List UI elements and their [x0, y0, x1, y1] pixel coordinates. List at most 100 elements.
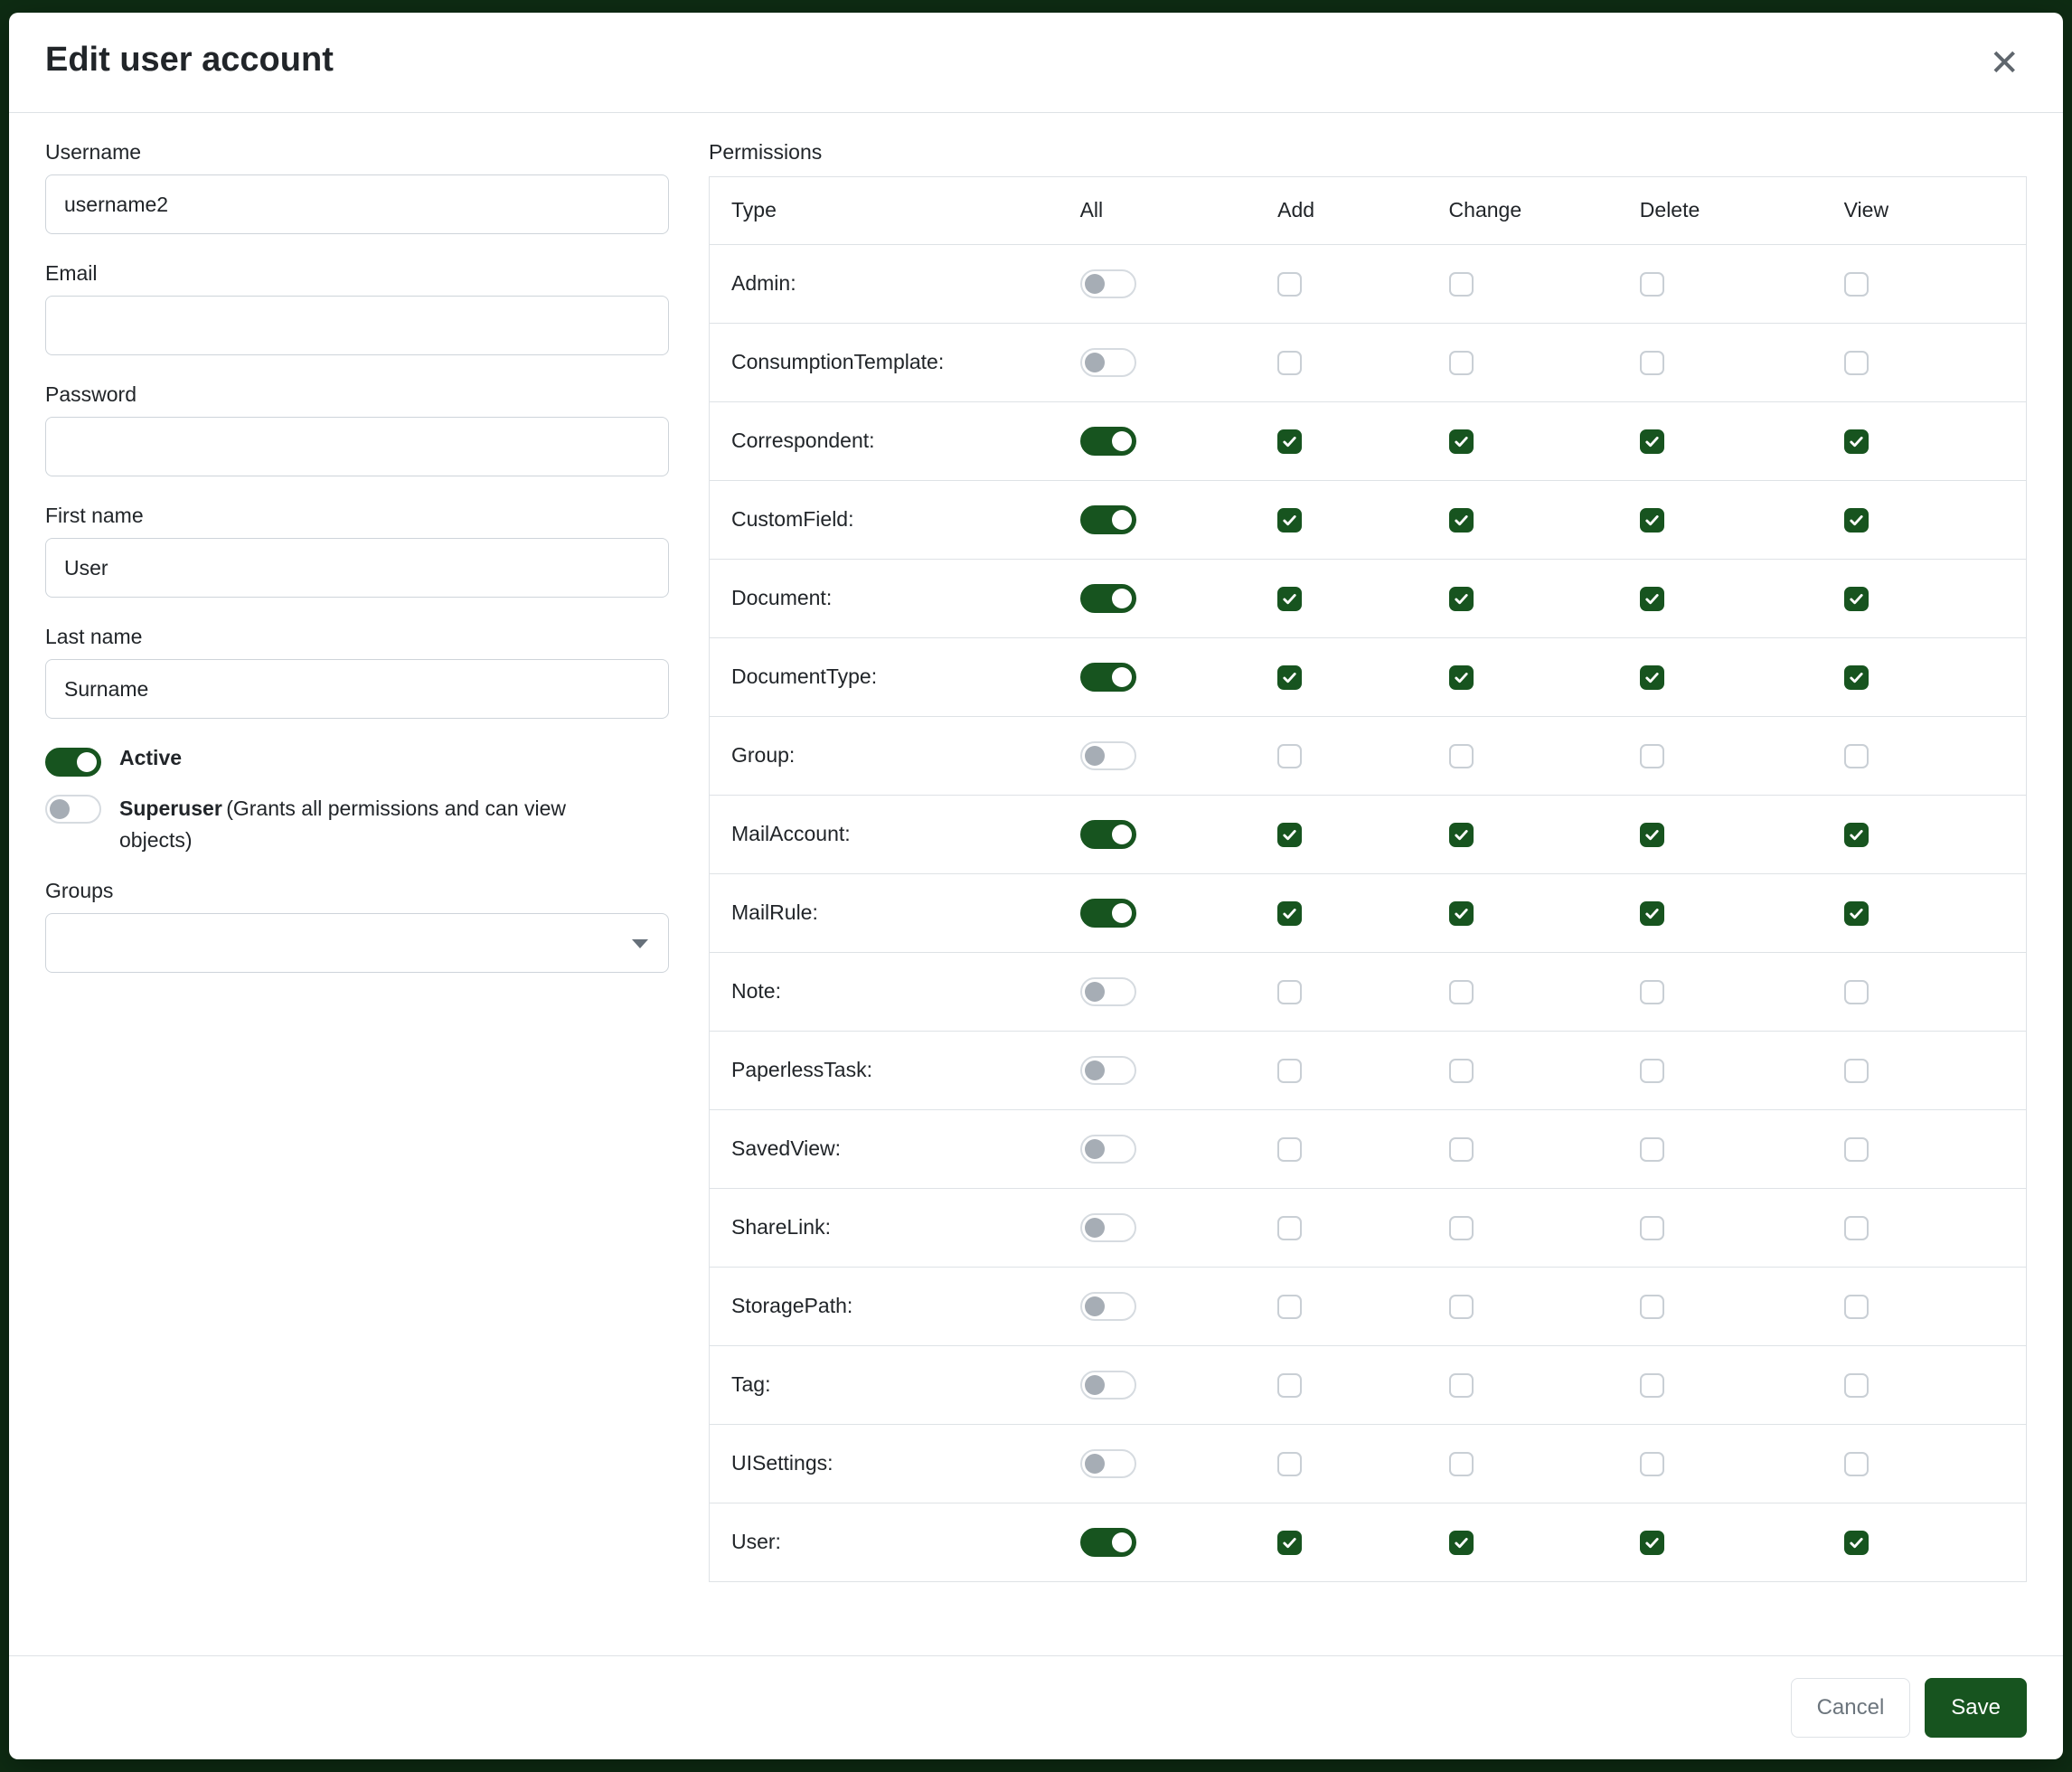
permission-change-checkbox[interactable] — [1449, 508, 1474, 533]
permission-all-toggle[interactable] — [1080, 820, 1136, 849]
permission-change-checkbox[interactable] — [1449, 351, 1474, 375]
permission-add-checkbox[interactable] — [1277, 1137, 1302, 1162]
permission-change-checkbox[interactable] — [1449, 1137, 1474, 1162]
permission-all-toggle[interactable] — [1080, 1135, 1136, 1164]
permission-all-toggle[interactable] — [1080, 1056, 1136, 1085]
save-button[interactable]: Save — [1925, 1678, 2027, 1738]
permission-change-checkbox[interactable] — [1449, 1373, 1474, 1398]
permission-all-toggle[interactable] — [1080, 584, 1136, 613]
permission-change-checkbox[interactable] — [1449, 1295, 1474, 1319]
permission-view-checkbox[interactable] — [1844, 1452, 1869, 1476]
permission-delete-checkbox[interactable] — [1640, 1216, 1664, 1240]
permission-delete-checkbox[interactable] — [1640, 429, 1664, 454]
permission-add-checkbox[interactable] — [1277, 823, 1302, 847]
permission-delete-checkbox[interactable] — [1640, 1137, 1664, 1162]
permission-change-checkbox[interactable] — [1449, 744, 1474, 768]
permissions-table: Type All Add Change Delete View Admin: C… — [709, 176, 2027, 1582]
permission-change-checkbox[interactable] — [1449, 1216, 1474, 1240]
permission-add-checkbox[interactable] — [1277, 587, 1302, 611]
permission-delete-checkbox[interactable] — [1640, 508, 1664, 533]
permission-delete-checkbox[interactable] — [1640, 823, 1664, 847]
password-input[interactable] — [45, 417, 669, 476]
permission-change-checkbox[interactable] — [1449, 272, 1474, 297]
permission-view-checkbox[interactable] — [1844, 665, 1869, 690]
active-toggle[interactable] — [45, 748, 101, 777]
permission-view-checkbox[interactable] — [1844, 901, 1869, 926]
permission-add-checkbox[interactable] — [1277, 508, 1302, 533]
permission-delete-checkbox[interactable] — [1640, 1531, 1664, 1555]
close-button[interactable]: ✕ — [1982, 42, 2027, 85]
permission-add-checkbox[interactable] — [1277, 429, 1302, 454]
permission-view-checkbox[interactable] — [1844, 744, 1869, 768]
permission-view-checkbox[interactable] — [1844, 1216, 1869, 1240]
permission-view-checkbox[interactable] — [1844, 272, 1869, 297]
permission-type-label: ConsumptionTemplate: — [731, 350, 944, 373]
cancel-button[interactable]: Cancel — [1791, 1678, 1911, 1738]
permission-delete-checkbox[interactable] — [1640, 272, 1664, 297]
permission-add-checkbox[interactable] — [1277, 744, 1302, 768]
permission-change-checkbox[interactable] — [1449, 823, 1474, 847]
permission-all-toggle[interactable] — [1080, 663, 1136, 692]
permission-delete-checkbox[interactable] — [1640, 351, 1664, 375]
permission-delete-checkbox[interactable] — [1640, 744, 1664, 768]
permission-view-checkbox[interactable] — [1844, 1137, 1869, 1162]
permission-delete-checkbox[interactable] — [1640, 1295, 1664, 1319]
permission-all-toggle[interactable] — [1080, 348, 1136, 377]
permission-view-checkbox[interactable] — [1844, 980, 1869, 1004]
permission-all-toggle[interactable] — [1080, 1213, 1136, 1242]
permission-change-checkbox[interactable] — [1449, 587, 1474, 611]
permission-delete-checkbox[interactable] — [1640, 1452, 1664, 1476]
permission-add-checkbox[interactable] — [1277, 1452, 1302, 1476]
permission-all-toggle[interactable] — [1080, 1528, 1136, 1557]
column-header-view: View — [1822, 177, 2027, 245]
permission-add-checkbox[interactable] — [1277, 665, 1302, 690]
username-input[interactable] — [45, 174, 669, 234]
permission-view-checkbox[interactable] — [1844, 1059, 1869, 1083]
permission-add-checkbox[interactable] — [1277, 1531, 1302, 1555]
permission-all-toggle[interactable] — [1080, 427, 1136, 456]
permission-add-checkbox[interactable] — [1277, 1373, 1302, 1398]
permission-change-checkbox[interactable] — [1449, 429, 1474, 454]
permission-view-checkbox[interactable] — [1844, 429, 1869, 454]
permission-all-toggle[interactable] — [1080, 1449, 1136, 1478]
permission-add-checkbox[interactable] — [1277, 901, 1302, 926]
permission-add-checkbox[interactable] — [1277, 272, 1302, 297]
permission-delete-checkbox[interactable] — [1640, 1373, 1664, 1398]
permission-change-checkbox[interactable] — [1449, 1531, 1474, 1555]
permission-delete-checkbox[interactable] — [1640, 665, 1664, 690]
permission-add-checkbox[interactable] — [1277, 1216, 1302, 1240]
permission-view-checkbox[interactable] — [1844, 1295, 1869, 1319]
superuser-toggle[interactable] — [45, 795, 101, 824]
permission-change-checkbox[interactable] — [1449, 980, 1474, 1004]
permission-view-checkbox[interactable] — [1844, 1531, 1869, 1555]
permission-delete-checkbox[interactable] — [1640, 980, 1664, 1004]
permission-view-checkbox[interactable] — [1844, 351, 1869, 375]
permission-delete-checkbox[interactable] — [1640, 1059, 1664, 1083]
last-name-input[interactable] — [45, 659, 669, 719]
permission-all-toggle[interactable] — [1080, 505, 1136, 534]
permission-view-checkbox[interactable] — [1844, 508, 1869, 533]
permission-view-checkbox[interactable] — [1844, 1373, 1869, 1398]
permission-delete-checkbox[interactable] — [1640, 587, 1664, 611]
groups-select[interactable] — [45, 913, 669, 973]
first-name-input[interactable] — [45, 538, 669, 598]
permission-all-toggle[interactable] — [1080, 1292, 1136, 1321]
permission-row: PaperlessTask: — [710, 1031, 2027, 1109]
permission-all-toggle[interactable] — [1080, 977, 1136, 1006]
permission-add-checkbox[interactable] — [1277, 980, 1302, 1004]
permission-change-checkbox[interactable] — [1449, 1059, 1474, 1083]
permission-add-checkbox[interactable] — [1277, 1295, 1302, 1319]
permission-delete-checkbox[interactable] — [1640, 901, 1664, 926]
permission-all-toggle[interactable] — [1080, 1371, 1136, 1400]
permission-all-toggle[interactable] — [1080, 269, 1136, 298]
permission-change-checkbox[interactable] — [1449, 665, 1474, 690]
permission-add-checkbox[interactable] — [1277, 351, 1302, 375]
permission-all-toggle[interactable] — [1080, 741, 1136, 770]
permission-all-toggle[interactable] — [1080, 899, 1136, 928]
permission-view-checkbox[interactable] — [1844, 587, 1869, 611]
permission-change-checkbox[interactable] — [1449, 1452, 1474, 1476]
permission-view-checkbox[interactable] — [1844, 823, 1869, 847]
permission-change-checkbox[interactable] — [1449, 901, 1474, 926]
permission-add-checkbox[interactable] — [1277, 1059, 1302, 1083]
email-input[interactable] — [45, 296, 669, 355]
